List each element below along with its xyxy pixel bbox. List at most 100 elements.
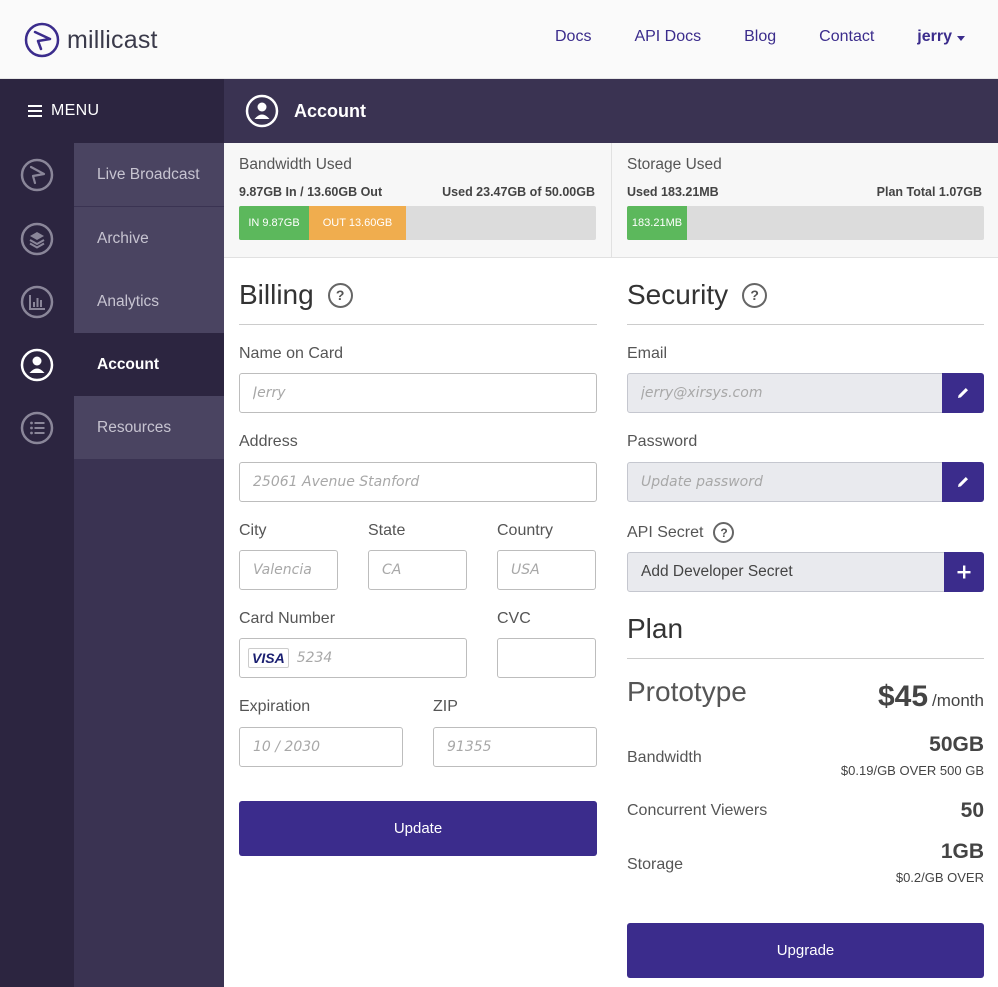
plan-bandwidth-value: 50GB (929, 733, 984, 756)
edit-email-button[interactable] (942, 373, 984, 413)
password-label: Password (627, 433, 698, 450)
plan-divider (627, 658, 984, 659)
plan-name: Prototype (627, 676, 747, 707)
page-title: Account (294, 100, 366, 121)
upgrade-button[interactable]: Upgrade (627, 923, 984, 978)
top-navbar: millicast Docs API Docs Blog Contact jer… (0, 0, 998, 79)
layers-icon (20, 222, 54, 255)
storage-used-segment: 183.21MB (627, 206, 687, 240)
bandwidth-panel: Bandwidth Used 9.87GB In / 13.60GB Out U… (224, 143, 612, 258)
price-period: /month (932, 691, 984, 710)
page-header: Account (224, 79, 998, 143)
price-amount: $45 (877, 680, 929, 713)
add-secret-button[interactable] (944, 552, 984, 592)
top-nav-links: Docs API Docs Blog Contact jerry (555, 28, 965, 46)
api-secret-help-icon[interactable]: ? (713, 522, 735, 543)
api-secret-label: API Secret (627, 523, 704, 541)
country-input[interactable] (497, 550, 596, 590)
sidebar-item-analytics[interactable]: Analytics (0, 270, 224, 333)
country-label: Country (497, 522, 554, 539)
sidebar-item-label: Analytics (74, 270, 224, 333)
state-label: State (368, 522, 406, 539)
storage-title: Storage Used (627, 156, 722, 173)
sidebar-item-label: Resources (74, 396, 224, 459)
bandwidth-bar: IN 9.87GB OUT 13.60GB (239, 206, 596, 240)
brand-name: millicast (67, 25, 158, 54)
edit-password-button[interactable] (942, 462, 984, 502)
user-icon (20, 348, 54, 381)
hamburger-icon (28, 105, 42, 117)
security-divider (627, 324, 984, 325)
play-arrow-icon (20, 158, 54, 191)
millicast-logo-icon (24, 22, 60, 58)
menu-toggle[interactable]: MENU (0, 79, 224, 143)
bar-chart-icon (20, 285, 54, 318)
plan-viewers-label: Concurrent Viewers (627, 802, 768, 819)
billing-heading: Billing ? (239, 279, 353, 311)
user-name: jerry (917, 28, 952, 45)
address-label: Address (239, 433, 298, 450)
user-menu[interactable]: jerry (917, 28, 965, 46)
state-input[interactable] (368, 550, 467, 590)
list-icon (20, 411, 54, 444)
sidebar-item-account[interactable]: Account (0, 333, 224, 396)
brand-logo[interactable]: millicast (24, 22, 158, 58)
add-developer-secret-button[interactable]: Add Developer Secret (627, 552, 945, 592)
zip-label: ZIP (433, 698, 458, 715)
security-help-icon[interactable]: ? (742, 282, 768, 308)
nav-link-api-docs[interactable]: API Docs (634, 28, 701, 46)
storage-panel: Storage Used Used 183.21MB Plan Total 1.… (612, 143, 998, 258)
plan-bandwidth-label: Bandwidth (627, 749, 702, 766)
bandwidth-in-segment: IN 9.87GB (239, 206, 309, 240)
billing-help-icon[interactable]: ? (327, 282, 353, 308)
city-label: City (239, 522, 267, 539)
api-secret-heading: API Secret ? (627, 522, 735, 543)
plus-icon (957, 565, 971, 579)
storage-used: Used 183.21MB (627, 185, 719, 199)
storage-bar: 183.21MB (627, 206, 984, 240)
sidebar-item-live-broadcast[interactable]: Live Broadcast (0, 143, 224, 206)
bandwidth-out-segment: OUT 13.60GB (309, 206, 406, 240)
name-on-card-label: Name on Card (239, 345, 344, 362)
expiration-input[interactable] (239, 727, 403, 767)
nav-link-contact[interactable]: Contact (819, 28, 874, 46)
security-heading: Security ? (627, 279, 768, 311)
city-input[interactable] (239, 550, 338, 590)
sidebar-item-label: Account (74, 333, 224, 396)
caret-down-icon (957, 35, 965, 41)
pencil-icon (958, 388, 968, 398)
expiration-label: Expiration (239, 698, 311, 715)
name-on-card-input[interactable] (239, 373, 597, 413)
sidebar-item-label: Archive (74, 207, 224, 270)
user-icon (245, 94, 279, 128)
sidebar-item-resources[interactable]: Resources (0, 396, 224, 459)
email-label: Email (627, 345, 668, 362)
card-number-input[interactable] (296, 650, 447, 666)
email-input[interactable] (627, 373, 943, 413)
plan-bandwidth-overage: $0.19/GB OVER 500 GB (840, 763, 984, 778)
sidebar-item-archive[interactable]: Archive (0, 207, 224, 270)
bandwidth-title: Bandwidth Used (239, 156, 352, 173)
cvc-input[interactable] (497, 638, 596, 678)
menu-label: MENU (51, 102, 100, 119)
update-button[interactable]: Update (239, 801, 597, 856)
bandwidth-used: Used 23.47GB of 50.00GB (442, 185, 595, 199)
pencil-icon (958, 477, 968, 487)
sidebar: MENU Live Broadcast Archive Analytics Ac… (0, 79, 224, 987)
storage-plan-total: Plan Total 1.07GB (876, 185, 982, 199)
security-title: Security (627, 279, 729, 310)
zip-input[interactable] (433, 727, 597, 767)
password-input[interactable] (627, 462, 943, 502)
billing-divider (239, 324, 597, 325)
plan-storage-overage: $0.2/GB OVER (895, 870, 984, 885)
card-number-field[interactable]: VISA (239, 638, 467, 678)
card-number-label: Card Number (239, 610, 336, 627)
plan-storage-label: Storage (627, 856, 684, 873)
plan-viewers-value: 50 (960, 799, 984, 822)
address-input[interactable] (239, 462, 597, 502)
plan-heading: Plan (627, 613, 683, 645)
nav-link-blog[interactable]: Blog (744, 28, 776, 46)
sidebar-item-label: Live Broadcast (74, 143, 224, 206)
nav-link-docs[interactable]: Docs (555, 28, 591, 46)
cvc-label: CVC (497, 610, 531, 627)
